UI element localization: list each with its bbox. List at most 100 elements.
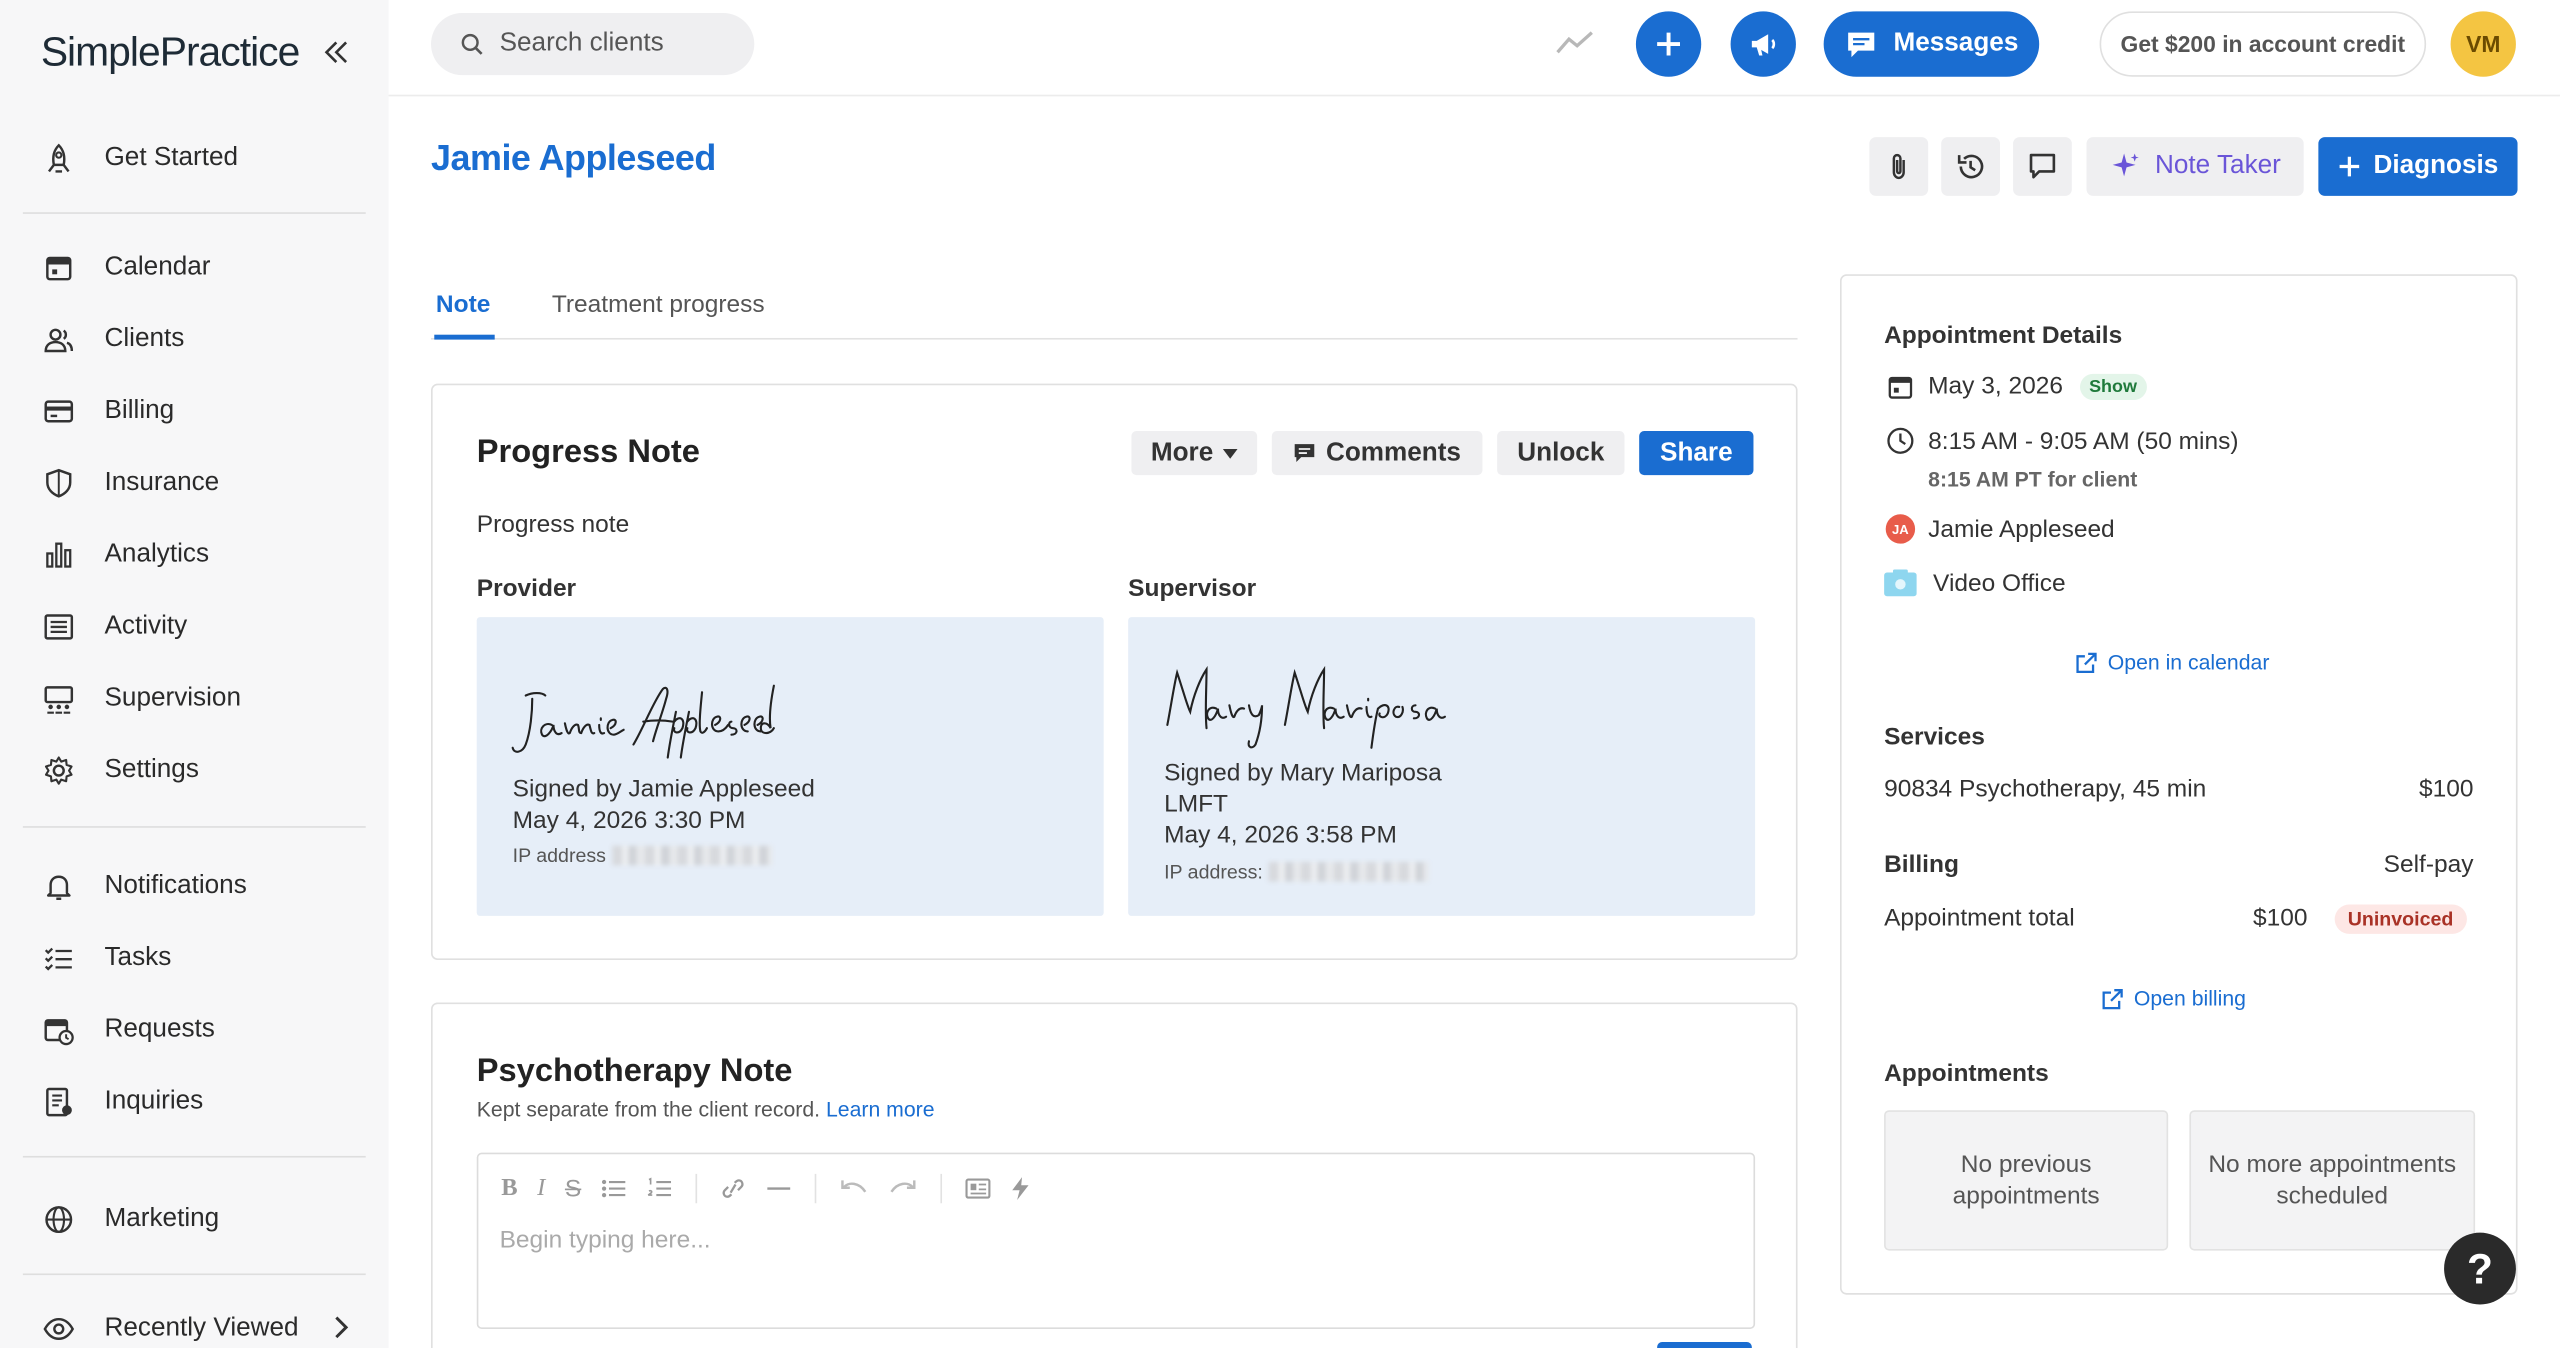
- more-label: More: [1150, 438, 1214, 467]
- sparkle-icon: [2112, 153, 2139, 177]
- app-root: SimplePractice Get Started Calendar Clie…: [0, 0, 2560, 1348]
- active-tab-indicator: [434, 334, 495, 340]
- quick-add-button[interactable]: [1635, 11, 1702, 77]
- service-name: 90834 Psychotherapy, 45 min: [1884, 775, 2207, 804]
- calendar-clock-icon: [39, 1011, 78, 1050]
- account-credit-button[interactable]: Get $200 in account credit: [2099, 11, 2427, 77]
- collapse-sidebar-button[interactable]: [323, 39, 349, 65]
- link-icon[interactable]: [720, 1177, 746, 1200]
- provider-signature-image: [511, 684, 775, 759]
- redo-icon[interactable]: [888, 1177, 917, 1200]
- template-card-icon[interactable]: [965, 1177, 991, 1200]
- strikethrough-icon[interactable]: S: [565, 1175, 581, 1203]
- sidebar-item-settings[interactable]: Settings: [39, 741, 366, 800]
- toolbar-separator: [814, 1173, 817, 1204]
- sidebar-item-label: Calendar: [104, 253, 211, 281]
- horizontal-rule-icon[interactable]: [766, 1177, 792, 1200]
- share-button[interactable]: Share: [1639, 431, 1754, 476]
- add-diagnosis-button[interactable]: Diagnosis: [2318, 137, 2518, 196]
- save-button-peek[interactable]: [1657, 1342, 1752, 1348]
- invoice-status-wrapper: Uninvoiced: [2334, 904, 2467, 934]
- history-button[interactable]: [1941, 137, 2000, 196]
- more-dropdown-button[interactable]: More: [1131, 431, 1258, 476]
- clock-icon: [1884, 426, 1917, 455]
- lightning-icon[interactable]: [1011, 1177, 1031, 1200]
- undo-icon[interactable]: [839, 1177, 868, 1200]
- sidebar-item-activity[interactable]: Activity: [39, 598, 366, 657]
- numbered-list-icon[interactable]: [647, 1177, 673, 1200]
- announcements-button[interactable]: [1730, 11, 1796, 77]
- sidebar-item-analytics[interactable]: Analytics: [39, 526, 366, 585]
- learn-more-link[interactable]: Learn more: [826, 1097, 935, 1121]
- app-logo[interactable]: SimplePractice: [41, 29, 300, 76]
- sidebar-item-label: Tasks: [104, 943, 172, 972]
- rich-text-editor[interactable]: B I S: [476, 1152, 1756, 1329]
- sidebar-item-get-started[interactable]: Get Started: [39, 129, 366, 188]
- sidebar-item-notifications[interactable]: Notifications: [39, 857, 366, 916]
- client-name-title[interactable]: Jamie Appleseed: [431, 137, 716, 179]
- chevron-right-icon[interactable]: [331, 1316, 351, 1339]
- video-camera-icon: [1884, 568, 1917, 597]
- appointment-total-label: Appointment total: [1884, 904, 2075, 933]
- external-link-icon: [2102, 988, 2123, 1009]
- history-icon: [1957, 154, 1984, 179]
- sidebar-item-marketing[interactable]: Marketing: [39, 1190, 366, 1249]
- supervisor-credential: LMFT: [1164, 790, 1229, 818]
- sidebar-item-insurance[interactable]: Insurance: [39, 454, 366, 513]
- appointment-total-value: $100: [2253, 904, 2308, 933]
- note-taker-button[interactable]: Note Taker: [2086, 137, 2304, 196]
- search-input[interactable]: [499, 29, 745, 59]
- psychotherapy-note-card: Psychotherapy Note Kept separate from th…: [431, 1002, 1798, 1348]
- tab-treatment-progress[interactable]: Treatment progress: [552, 291, 765, 319]
- bar-chart-icon: [39, 536, 78, 575]
- comment-button[interactable]: [2013, 137, 2072, 196]
- calendar-icon: [1884, 373, 1917, 399]
- globe-icon: [39, 1200, 78, 1239]
- attendance-status-badge: Show: [2079, 373, 2147, 400]
- psychotherapy-note-input[interactable]: [499, 1226, 1153, 1254]
- eye-icon: [39, 1309, 78, 1348]
- chat-bubble-icon: [1847, 32, 1874, 58]
- subtitle-text: Kept separate from the client record.: [476, 1097, 821, 1122]
- trend-icon[interactable]: [1554, 26, 1596, 59]
- ip-label: IP address: [512, 844, 606, 867]
- gear-icon: [39, 751, 78, 790]
- tab-note[interactable]: Note: [436, 291, 490, 319]
- unlock-button[interactable]: Unlock: [1497, 431, 1625, 476]
- bell-icon: [39, 867, 78, 906]
- open-billing-link[interactable]: Open billing: [2101, 986, 2246, 1011]
- sidebar-item-tasks[interactable]: Tasks: [39, 929, 366, 988]
- bold-icon[interactable]: B: [501, 1175, 517, 1203]
- diagnosis-label: Diagnosis: [2373, 151, 2499, 180]
- search-box[interactable]: [431, 13, 755, 76]
- sidebar-item-calendar[interactable]: Calendar: [39, 238, 366, 297]
- billing-type: Self-pay: [2383, 850, 2474, 879]
- sidebar-item-inquiries[interactable]: Inquiries: [39, 1073, 366, 1132]
- italic-icon[interactable]: I: [537, 1175, 545, 1203]
- messages-button[interactable]: Messages: [1823, 11, 2040, 77]
- sidebar-divider: [22, 1155, 366, 1158]
- sidebar-item-requests[interactable]: Requests: [39, 1001, 366, 1060]
- billing-heading: Billing: [1884, 850, 1959, 879]
- client-timezone-note: 8:15 AM PT for client: [1928, 466, 2138, 492]
- progress-note-card: Progress Note More Comments Unlock Share…: [431, 383, 1798, 960]
- provider-signed-by: Signed by Jamie Appleseed: [512, 775, 815, 804]
- users-icon: [39, 320, 78, 359]
- sidebar-item-recently-viewed[interactable]: Recently Viewed: [39, 1300, 366, 1348]
- sidebar-item-label: Billing: [104, 396, 175, 425]
- help-button[interactable]: ?: [2444, 1232, 2516, 1305]
- appointment-client-row[interactable]: JA Jamie Appleseed: [1884, 514, 2115, 544]
- comments-button[interactable]: Comments: [1271, 431, 1483, 476]
- progress-note-title: Progress Note: [476, 434, 700, 471]
- sidebar-item-label: Marketing: [104, 1204, 220, 1233]
- attachment-button[interactable]: [1869, 137, 1929, 196]
- user-avatar[interactable]: VM: [2450, 11, 2516, 77]
- appointment-client-name: Jamie Appleseed: [1928, 515, 2115, 543]
- sidebar-item-supervision[interactable]: Supervision: [39, 669, 366, 728]
- sidebar-item-label: Inquiries: [104, 1087, 204, 1116]
- ip-label: IP address:: [1164, 860, 1263, 884]
- open-in-calendar-link[interactable]: Open in calendar: [2075, 650, 2269, 674]
- sidebar-item-clients[interactable]: Clients: [39, 310, 366, 369]
- bullet-list-icon[interactable]: [601, 1177, 627, 1200]
- sidebar-item-billing[interactable]: Billing: [39, 382, 366, 441]
